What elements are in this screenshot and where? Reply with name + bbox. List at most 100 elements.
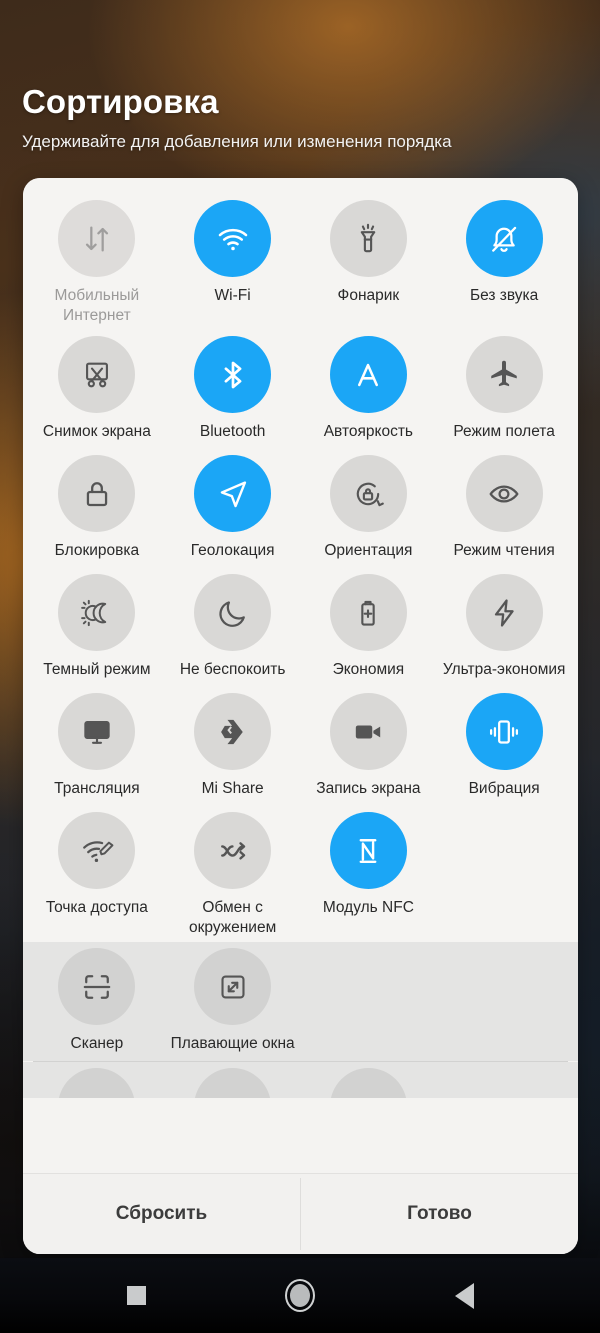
page-title: Сортировка: [22, 83, 219, 120]
quick-setting-tile[interactable]: Вибрация: [436, 687, 572, 806]
screen-record-icon: [329, 693, 407, 770]
auto-brightness-icon: [329, 336, 407, 413]
tile-label: Не беспокоить: [179, 661, 286, 678]
home-circle-icon: [285, 1279, 315, 1312]
section-inactive-tiles: Сканер Плавающие окна: [23, 942, 578, 1061]
tile-label: Экономия: [332, 661, 405, 678]
home-button[interactable]: [278, 1274, 322, 1318]
done-button[interactable]: Готово: [301, 1174, 578, 1254]
lock-icon: [58, 455, 136, 532]
tile-label: Блокировка: [54, 542, 140, 559]
page-subtitle: Удерживайте для добавления или изменения…: [22, 132, 452, 151]
tile-label: Снимок экрана: [42, 423, 151, 440]
quick-setting-tile[interactable]: Обмен с окружением: [165, 806, 301, 942]
ultra-saver-icon: [465, 574, 543, 651]
tile-label: Модуль NFC: [322, 899, 414, 916]
recents-square-icon: [126, 1286, 146, 1305]
tile-label: Ориентация: [324, 542, 413, 559]
battery-saver-icon: [329, 574, 407, 651]
scanner-icon: [58, 948, 136, 1025]
tile-label: Wi-Fi: [214, 287, 251, 304]
rotation-lock-icon: [329, 455, 407, 532]
quick-setting-tile[interactable]: Точка доступа: [29, 806, 165, 942]
quick-setting-tile[interactable]: Автояркость: [301, 330, 437, 449]
peek-tile-bubble: [58, 1068, 136, 1098]
quick-setting-tile[interactable]: Трансляция: [29, 687, 165, 806]
quick-setting-tile[interactable]: Режим полета: [436, 330, 572, 449]
tile-label: Запись экрана: [316, 780, 421, 797]
floating-window-icon: [194, 948, 272, 1025]
quick-setting-tile[interactable]: Геолокация: [165, 449, 301, 568]
vibration-icon: [465, 693, 543, 770]
partially-visible-tile-row: [23, 1062, 578, 1098]
quick-setting-tile[interactable]: Блокировка: [29, 449, 165, 568]
dark-mode-icon: [58, 574, 136, 651]
tile-label: Сканер: [70, 1035, 124, 1052]
quick-setting-tile[interactable]: Не беспокоить: [165, 568, 301, 687]
section-active-tiles: Мобильный Интернет Wi-Fi Фонарик Без звука С…: [23, 178, 578, 942]
tile-label: Без звука: [469, 287, 539, 304]
quick-setting-tile[interactable]: Мобильный Интернет: [29, 194, 165, 330]
moon-icon: [194, 574, 272, 651]
tile-label: Трансляция: [54, 780, 140, 797]
peek-tile[interactable]: [165, 1062, 301, 1098]
quick-setting-tile[interactable]: Ориентация: [301, 449, 437, 568]
screenshot-icon: [58, 336, 136, 413]
recents-button[interactable]: [114, 1274, 158, 1318]
tile-grid-active: Мобильный Интернет Wi-Fi Фонарик Без звука С…: [23, 194, 578, 942]
airplane-icon: [465, 336, 543, 413]
quick-setting-tile[interactable]: Плавающие окна: [165, 942, 301, 1061]
peek-tile[interactable]: [29, 1062, 165, 1098]
panel-footer: Сбросить Готово: [23, 1173, 578, 1254]
quick-setting-tile[interactable]: Сканер: [29, 942, 165, 1061]
tile-label: Вибрация: [468, 780, 540, 797]
tile-label: Точка доступа: [45, 899, 148, 916]
peek-tile[interactable]: [301, 1062, 437, 1098]
quick-setting-tile[interactable]: Экономия: [301, 568, 437, 687]
tile-label: Режим чтения: [453, 542, 555, 559]
quick-setting-tile[interactable]: Ультра-экономия: [436, 568, 572, 687]
tile-label: Mi Share: [201, 780, 264, 797]
tile-label: Bluetooth: [199, 423, 266, 440]
quick-setting-tile[interactable]: Темный режим: [29, 568, 165, 687]
location-arrow-icon: [194, 455, 272, 532]
quick-setting-tile[interactable]: Запись экрана: [301, 687, 437, 806]
quick-setting-tile[interactable]: Mi Share: [165, 687, 301, 806]
mi-share-icon: [194, 693, 272, 770]
back-button[interactable]: [442, 1274, 486, 1318]
reset-button[interactable]: Сбросить: [23, 1174, 300, 1254]
quick-setting-tile[interactable]: Wi-Fi: [165, 194, 301, 330]
hotspot-icon: [58, 812, 136, 889]
quick-setting-tile[interactable]: Без звука: [436, 194, 572, 330]
tile-grid-inactive: Сканер Плавающие окна: [23, 942, 578, 1061]
tile-label: Фонарик: [337, 287, 400, 304]
bluetooth-icon: [194, 336, 272, 413]
quick-settings-sort-panel: Мобильный Интернет Wi-Fi Фонарик Без звука С…: [23, 178, 578, 1254]
tile-label: Автояркость: [323, 423, 414, 440]
tile-label: Геолокация: [190, 542, 275, 559]
tile-label: Темный режим: [43, 661, 151, 678]
tile-label: Плавающие окна: [170, 1035, 295, 1052]
quick-setting-tile[interactable]: Снимок экрана: [29, 330, 165, 449]
wifi-icon: [194, 200, 272, 277]
quick-setting-tile[interactable]: Bluetooth: [165, 330, 301, 449]
eye-icon: [465, 455, 543, 532]
tile-label: Режим полета: [453, 423, 555, 440]
quick-setting-tile[interactable]: Режим чтения: [436, 449, 572, 568]
tile-label: Обмен с окружением: [188, 899, 277, 936]
android-navigation-bar: [0, 1258, 600, 1333]
back-triangle-icon: [454, 1282, 474, 1309]
nearby-share-icon: [194, 812, 272, 889]
header: Сортировка Удерживайте для добавления ил…: [22, 82, 578, 153]
tile-label: Мобильный Интернет: [54, 287, 140, 324]
quick-setting-tile[interactable]: Модуль NFC: [301, 806, 437, 942]
peek-tile-bubble: [194, 1068, 272, 1098]
tile-label: Ультра-экономия: [442, 661, 566, 678]
peek-tile-bubble: [329, 1068, 407, 1098]
quick-setting-tile[interactable]: Фонарик: [301, 194, 437, 330]
nfc-icon: [329, 812, 407, 889]
mute-bell-icon: [465, 200, 543, 277]
mobile-data-icon: [58, 200, 136, 277]
cast-icon: [58, 693, 136, 770]
flashlight-icon: [329, 200, 407, 277]
